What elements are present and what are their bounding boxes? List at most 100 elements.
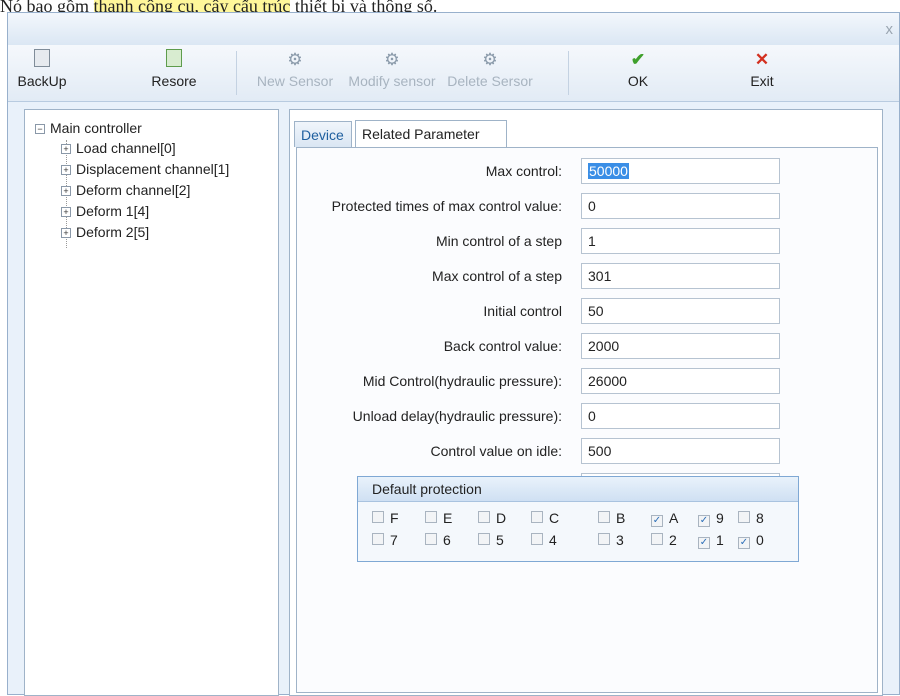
param-value: 1	[588, 233, 596, 249]
close-icon: ✕	[754, 50, 770, 69]
tree-item-deform-channel[interactable]: + Deform channel[2]	[61, 182, 190, 198]
param-row: Control value on idle: 500	[297, 438, 877, 464]
tree-item-load-channel[interactable]: + Load channel[0]	[61, 140, 176, 156]
param-label: Max control of a step	[432, 268, 562, 284]
ok-button[interactable]: ✔ OK	[606, 45, 670, 101]
checked-icon[interactable]: ✓	[738, 537, 750, 549]
unchecked-icon[interactable]	[598, 533, 610, 545]
unchecked-icon[interactable]	[531, 533, 543, 545]
tree-item-deform-1[interactable]: + Deform 1[4]	[61, 203, 149, 219]
unchecked-icon[interactable]	[531, 511, 543, 523]
tab-related-parameter[interactable]: Related Parameter	[355, 120, 507, 148]
protection-checkbox[interactable]: C	[531, 510, 559, 526]
unchecked-icon[interactable]	[372, 511, 384, 523]
param-input[interactable]: 500	[581, 438, 780, 464]
protection-checkbox[interactable]: 5	[478, 532, 504, 548]
param-label: Max control:	[485, 163, 562, 179]
backup-button[interactable]: BackUp	[12, 45, 72, 101]
protection-checkbox[interactable]: E	[425, 510, 452, 526]
param-value: 26000	[588, 373, 627, 389]
modify-sensor-button[interactable]: ⚙ Modify sensor	[344, 45, 440, 101]
param-row: Unload delay(hydraulic pressure): 0	[297, 403, 877, 429]
title-bar: x	[8, 13, 899, 45]
restore-button[interactable]: Resore	[140, 45, 208, 101]
unchecked-icon[interactable]	[425, 533, 437, 545]
param-row: Protected times of max control value: 0	[297, 193, 877, 219]
protection-checkbox[interactable]: B	[598, 510, 625, 526]
protection-checkbox[interactable]: 6	[425, 532, 451, 548]
protection-checkbox[interactable]: 2	[651, 532, 677, 548]
protection-checkbox[interactable]: ✓ A	[651, 510, 678, 527]
param-row: Max control: 50000	[297, 158, 877, 184]
default-protection-group: Default protection F E D C B ✓ A ✓ 9 8 7 6 5 4 3 2 ✓ 1 ✓ 0	[357, 476, 799, 562]
delete-sensor-button[interactable]: ⚙ Delete Sersor	[442, 45, 538, 101]
checkmark-icon: ✔	[630, 50, 646, 69]
checked-icon[interactable]: ✓	[698, 537, 710, 549]
expand-icon[interactable]: +	[61, 165, 71, 175]
unchecked-icon[interactable]	[478, 533, 490, 545]
protection-checkbox[interactable]: 3	[598, 532, 624, 548]
unchecked-icon[interactable]	[478, 511, 490, 523]
protection-checkbox-label: F	[390, 510, 399, 526]
protection-checkbox[interactable]: ✓ 1	[698, 532, 724, 549]
default-protection-title: Default protection	[358, 477, 798, 502]
collapse-icon[interactable]: −	[35, 124, 45, 134]
protection-checkbox[interactable]: ✓ 9	[698, 510, 724, 527]
param-input[interactable]: 26000	[581, 368, 780, 394]
tree-item-displacement-channel[interactable]: + Displacement channel[1]	[61, 161, 229, 177]
tab-device[interactable]: Device	[294, 121, 352, 147]
close-button[interactable]: x	[886, 21, 894, 38]
protection-checkbox[interactable]: F	[372, 510, 399, 526]
tree-item-label: Load channel[0]	[76, 140, 176, 156]
param-label: Unload delay(hydraulic pressure):	[352, 408, 562, 424]
expand-icon[interactable]: +	[61, 144, 71, 154]
unchecked-icon[interactable]	[372, 533, 384, 545]
unchecked-icon[interactable]	[651, 533, 663, 545]
tree-item-label: Deform channel[2]	[76, 182, 191, 198]
protection-checkbox[interactable]: 4	[531, 532, 557, 548]
new-sensor-button[interactable]: ⚙ New Sensor	[250, 45, 340, 101]
restore-icon	[140, 49, 208, 71]
param-input[interactable]: 1	[581, 228, 780, 254]
ok-label: OK	[627, 73, 649, 89]
param-label: Initial control	[483, 303, 562, 319]
tree-root-main-controller[interactable]: − Main controller	[35, 120, 142, 136]
unchecked-icon[interactable]	[598, 511, 610, 523]
protection-checkbox-label: A	[669, 510, 679, 526]
expand-icon[interactable]: +	[61, 228, 71, 238]
sensor-config-dialog: x BackUp Resore ⚙ New Sensor ⚙ Modify se…	[7, 12, 900, 696]
unchecked-icon[interactable]	[738, 511, 750, 523]
param-input[interactable]: 301	[581, 263, 780, 289]
backup-icon	[12, 49, 72, 71]
checked-icon[interactable]: ✓	[698, 515, 710, 527]
protection-checkbox[interactable]: ✓ 0	[738, 532, 764, 549]
param-row: Initial control 50	[297, 298, 877, 324]
tree-item-label: Displacement channel[1]	[76, 161, 230, 177]
tree-item-deform-2[interactable]: + Deform 2[5]	[61, 224, 149, 240]
unchecked-icon[interactable]	[425, 511, 437, 523]
checked-icon[interactable]: ✓	[651, 515, 663, 527]
param-input[interactable]: 2000	[581, 333, 780, 359]
param-input[interactable]: 0	[581, 193, 780, 219]
protection-checkbox-label: 5	[496, 532, 504, 548]
protection-checkbox-label: 0	[756, 532, 764, 548]
protection-checkbox-label: 1	[716, 532, 724, 548]
protection-checkbox[interactable]: 8	[738, 510, 764, 526]
protection-checkbox[interactable]: 7	[372, 532, 398, 548]
expand-icon[interactable]: +	[61, 186, 71, 196]
protection-checkbox-label: 2	[669, 532, 677, 548]
modify-sensor-label: Modify sensor	[348, 73, 436, 89]
tree-root-label: Main controller	[50, 120, 142, 136]
param-input[interactable]: 50000	[581, 158, 780, 184]
param-input[interactable]: 50	[581, 298, 780, 324]
param-input[interactable]: 0	[581, 403, 780, 429]
param-label: Back control value:	[443, 338, 562, 354]
protection-checkbox-label: 9	[716, 510, 724, 526]
protection-checkbox-label: 4	[549, 532, 557, 548]
exit-button[interactable]: ✕ Exit	[730, 45, 794, 101]
protection-checkbox-label: B	[616, 510, 626, 526]
param-value: 2000	[588, 338, 620, 354]
parameter-panel: Device Related Parameter Max control: 500…	[289, 109, 883, 696]
expand-icon[interactable]: +	[61, 207, 71, 217]
protection-checkbox[interactable]: D	[478, 510, 506, 526]
